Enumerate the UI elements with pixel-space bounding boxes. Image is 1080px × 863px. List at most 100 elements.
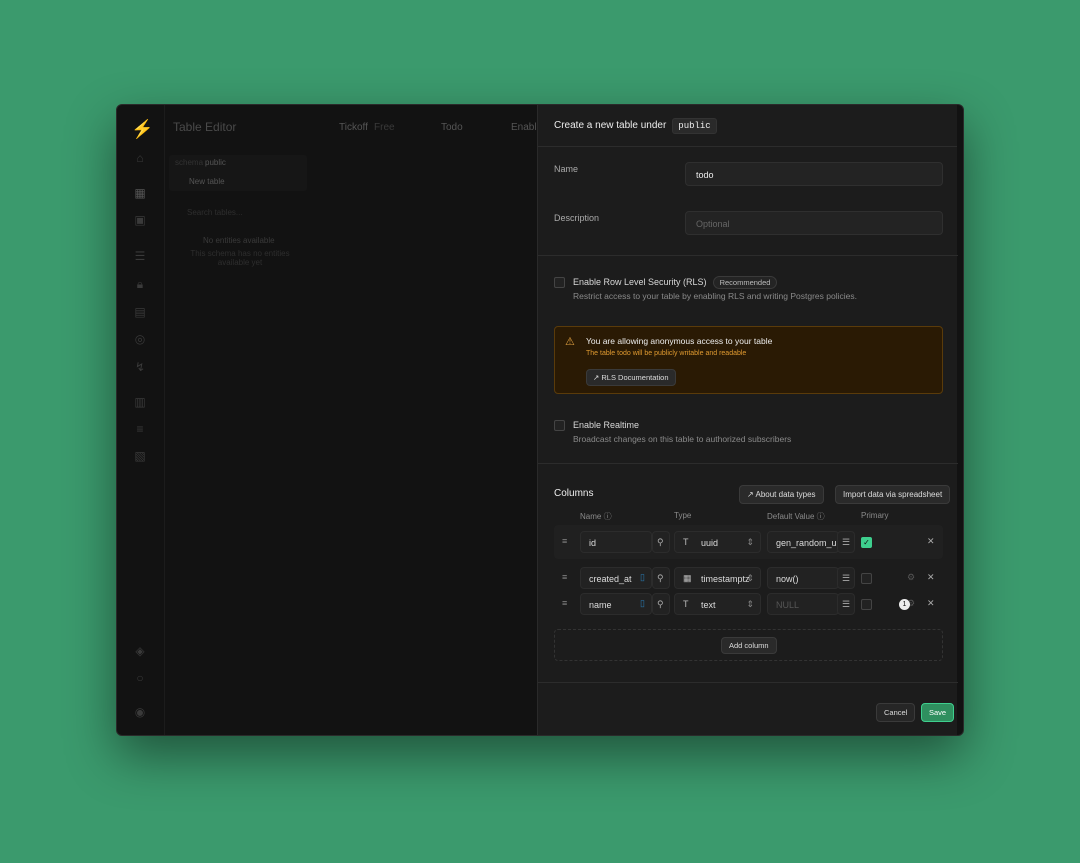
- name-label: Name: [554, 164, 579, 174]
- type-value: uuid: [701, 538, 719, 548]
- chevron-updown-icon: ⇕: [746, 573, 754, 583]
- realtime-desc: Broadcast changes on this table to autho…: [573, 434, 792, 444]
- recommended-badge: Recommended: [712, 276, 778, 289]
- branch-selector[interactable]: Todo: [441, 122, 463, 133]
- about-data-types-button[interactable]: ↗ About data types: [739, 485, 824, 504]
- import-spreadsheet-button[interactable]: Import data via spreadsheet: [835, 485, 951, 504]
- search-tables-input[interactable]: Search tables...: [187, 208, 243, 217]
- settings-gear-icon[interactable]: ⚙: [907, 572, 915, 583]
- type-value: timestamptz: [701, 574, 750, 584]
- app-window: ⚡ ⌂ ▦ ▣ ☰ 🔒︎ ▤ ◎ ↯ ▥ ≡ ▧ ◈ ○ ◉ Table Edi…: [116, 104, 964, 736]
- page-title: Table Editor: [173, 120, 237, 134]
- database-icon[interactable]: ☰: [132, 249, 148, 263]
- empty-title: No entities available: [203, 236, 275, 245]
- divider: [538, 682, 958, 683]
- user-avatar-icon[interactable]: ◉: [132, 705, 148, 719]
- calendar-icon: ▦: [683, 573, 692, 583]
- divider: [538, 255, 958, 256]
- rls-docs-button[interactable]: ↗ RLS Documentation: [586, 369, 676, 386]
- nav-rail: ⚡ ⌂ ▦ ▣ ☰ 🔒︎ ▤ ◎ ↯ ▥ ≡ ▧ ◈ ○ ◉: [117, 105, 165, 735]
- panel-title: Create a new table under: [554, 120, 667, 131]
- name-header: Name: [580, 512, 602, 521]
- primary-checkbox[interactable]: [861, 599, 872, 610]
- default-header: Default Value: [767, 512, 815, 521]
- divider: [538, 463, 958, 464]
- col-header-primary: Primary: [861, 511, 889, 520]
- rls-checkbox[interactable]: [554, 277, 565, 288]
- drag-handle-icon[interactable]: ≡: [562, 598, 567, 608]
- default-suggestions-icon[interactable]: ☰: [837, 567, 855, 589]
- logs-icon[interactable]: ≡: [132, 422, 148, 436]
- warning-desc: The table todo will be publicly writable…: [586, 350, 747, 357]
- text-type-icon: T: [683, 537, 689, 547]
- rls-docs-label: RLS Documentation: [601, 373, 669, 382]
- warning-title: You are allowing anonymous access to you…: [586, 336, 773, 346]
- rls-label-text: Enable Row Level Security (RLS): [573, 277, 707, 287]
- col-header-default: Default Value ⓘ: [767, 512, 825, 521]
- table-editor-icon[interactable]: ▦: [132, 186, 148, 200]
- primary-checkbox[interactable]: ✓: [861, 537, 872, 548]
- default-suggestions-icon[interactable]: ☰: [837, 593, 855, 615]
- rls-label: Enable Row Level Security (RLS) Recommend…: [573, 276, 778, 289]
- docs-icon[interactable]: ▧: [132, 449, 148, 463]
- foreign-key-link-icon[interactable]: ⚲: [652, 593, 670, 615]
- rls-desc: Restrict access to your table by enablin…: [573, 291, 857, 301]
- count-badge: 1: [899, 599, 910, 610]
- realtime-checkbox[interactable]: [554, 420, 565, 431]
- create-table-panel: Create a new table under public Name tod…: [537, 105, 958, 735]
- columns-title: Columns: [554, 488, 594, 499]
- empty-desc: This schema has no entities available ye…: [190, 249, 290, 267]
- realtime-icon[interactable]: ↯: [132, 360, 148, 374]
- column-name-input[interactable]: id: [580, 531, 652, 553]
- supabase-logo-icon: ⚡: [131, 119, 154, 139]
- foreign-key-link-icon[interactable]: ⚲: [652, 531, 670, 553]
- new-table-button[interactable]: New table: [189, 177, 225, 186]
- default-suggestions-icon[interactable]: ☰: [837, 531, 855, 553]
- schema-label: schema: [175, 158, 204, 167]
- name-input[interactable]: todo: [685, 162, 943, 186]
- about-label: About data types: [755, 490, 816, 499]
- reports-icon[interactable]: ▥: [132, 395, 148, 409]
- storage-icon[interactable]: ▤: [132, 305, 148, 319]
- add-column-button[interactable]: Add column: [721, 637, 777, 654]
- panel-header: Create a new table under public: [538, 105, 957, 147]
- realtime-label: Enable Realtime: [573, 420, 640, 430]
- col-header-type: Type: [674, 511, 692, 520]
- sql-editor-icon[interactable]: ▣: [132, 213, 148, 227]
- column-type-select[interactable]: Tuuid ⇕: [674, 531, 761, 553]
- functions-icon[interactable]: ◎: [132, 332, 148, 346]
- default-value-input[interactable]: NULL: [767, 593, 839, 615]
- chevron-updown-icon: ⇕: [746, 599, 754, 609]
- remove-column-icon[interactable]: ✕: [927, 572, 935, 583]
- plan-badge: Free: [374, 122, 395, 133]
- type-value: text: [701, 600, 716, 610]
- default-value-input[interactable]: now(): [767, 567, 839, 589]
- description-label: Description: [554, 213, 600, 223]
- schema-code: public: [672, 117, 717, 134]
- search-icon[interactable]: ○: [132, 671, 148, 685]
- drag-handle-icon[interactable]: ≡: [562, 572, 567, 582]
- advisor-icon[interactable]: ◈: [132, 644, 148, 658]
- schema-selector[interactable]: public: [205, 158, 226, 167]
- cancel-button[interactable]: Cancel: [876, 703, 916, 722]
- remove-column-icon[interactable]: ✕: [927, 598, 935, 609]
- auth-icon[interactable]: 🔒︎: [132, 277, 148, 291]
- column-type-select[interactable]: ▦ timestamptz ⇕: [674, 567, 761, 589]
- project-name[interactable]: Tickoff: [339, 122, 368, 133]
- description-input[interactable]: Optional: [685, 211, 943, 235]
- text-type-icon: T: [683, 599, 689, 609]
- col-header-name: Name ⓘ: [580, 512, 612, 521]
- chevron-updown-icon: ⇕: [746, 537, 754, 547]
- column-description-icon[interactable]: ▯: [640, 572, 645, 583]
- column-type-select[interactable]: Ttext ⇕: [674, 593, 761, 615]
- foreign-key-link-icon[interactable]: ⚲: [652, 567, 670, 589]
- primary-checkbox[interactable]: [861, 573, 872, 584]
- default-value-input[interactable]: gen_random_uuid(): [767, 531, 839, 553]
- save-button[interactable]: Save: [921, 703, 955, 722]
- warning-icon: ⚠: [565, 336, 575, 348]
- home-icon[interactable]: ⌂: [132, 151, 148, 165]
- remove-column-icon[interactable]: ✕: [927, 536, 935, 547]
- drag-handle-icon[interactable]: ≡: [562, 536, 567, 546]
- anonymous-access-warning: ⚠ You are allowing anonymous access to y…: [554, 326, 943, 394]
- column-description-icon[interactable]: ▯: [640, 598, 645, 609]
